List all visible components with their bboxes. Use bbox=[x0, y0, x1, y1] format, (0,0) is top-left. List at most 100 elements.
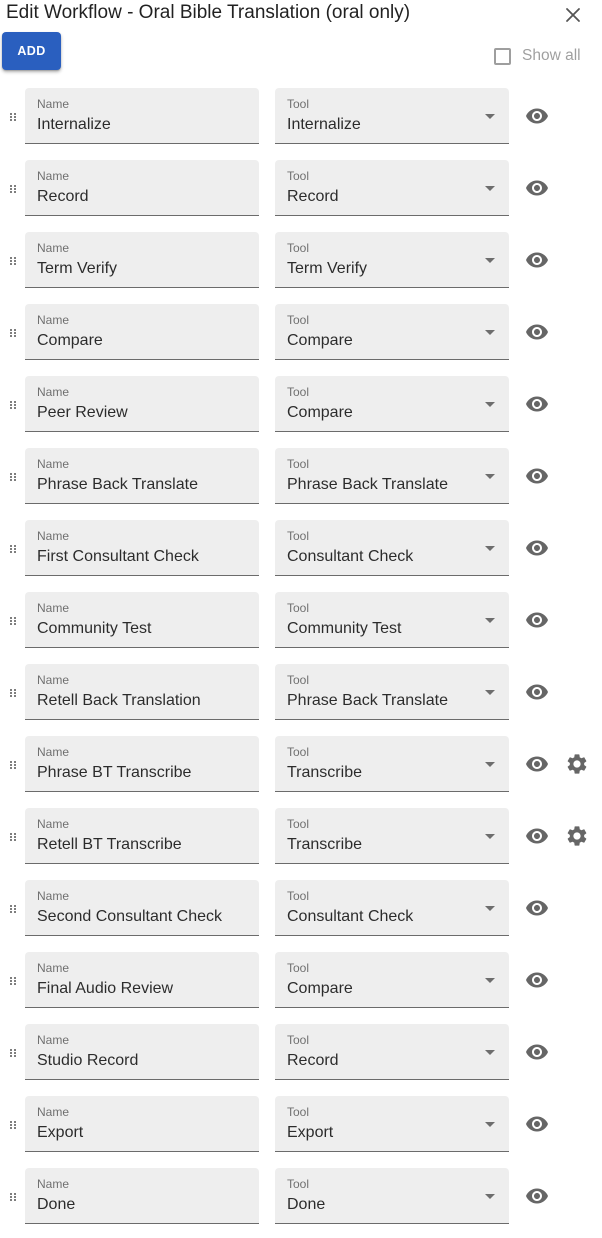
drag-handle-icon[interactable] bbox=[10, 185, 16, 193]
step-name-value[interactable]: Phrase BT Transcribe bbox=[37, 763, 191, 783]
step-name-field[interactable]: Name Export bbox=[25, 1096, 259, 1152]
step-name-value[interactable]: First Consultant Check bbox=[37, 547, 199, 567]
step-tool-select[interactable]: Tool Transcribe bbox=[275, 808, 509, 864]
workflow-step-row: Name Retell BT Transcribe Tool Transcribe bbox=[0, 808, 602, 864]
step-tool-select[interactable]: Tool Compare bbox=[275, 304, 509, 360]
step-tool-select[interactable]: Tool Phrase Back Translate bbox=[275, 448, 509, 504]
step-tool-select[interactable]: Tool Internalize bbox=[275, 88, 509, 144]
dropdown-arrow-icon bbox=[485, 402, 495, 407]
step-name-label: Name bbox=[37, 961, 70, 975]
step-name-value[interactable]: Compare bbox=[37, 331, 103, 351]
drag-handle-icon[interactable] bbox=[10, 689, 16, 697]
close-button[interactable] bbox=[561, 3, 585, 27]
gear-icon bbox=[565, 824, 589, 848]
step-tool-select[interactable]: Tool Done bbox=[275, 1168, 509, 1224]
drag-handle-icon[interactable] bbox=[10, 833, 16, 841]
step-name-field[interactable]: Name Peer Review bbox=[25, 376, 259, 432]
step-name-value[interactable]: Final Audio Review bbox=[37, 979, 173, 999]
step-name-value[interactable]: Community Test bbox=[37, 619, 151, 639]
step-name-field[interactable]: Name Internalize bbox=[25, 88, 259, 144]
visibility-toggle-button[interactable] bbox=[525, 968, 549, 992]
visibility-toggle-button[interactable] bbox=[525, 752, 549, 776]
drag-handle-icon[interactable] bbox=[10, 977, 16, 985]
step-name-field[interactable]: Name Community Test bbox=[25, 592, 259, 648]
drag-handle-icon[interactable] bbox=[10, 1193, 16, 1201]
step-name-value[interactable]: Term Verify bbox=[37, 259, 117, 279]
drag-handle-icon[interactable] bbox=[10, 761, 16, 769]
step-name-value[interactable]: Second Consultant Check bbox=[37, 907, 222, 927]
step-name-value[interactable]: Internalize bbox=[37, 115, 111, 135]
step-tool-select[interactable]: Tool Phrase Back Translate bbox=[275, 664, 509, 720]
dropdown-arrow-icon bbox=[485, 546, 495, 551]
step-name-field[interactable]: Name Done bbox=[25, 1168, 259, 1224]
drag-handle-icon[interactable] bbox=[10, 1121, 16, 1129]
step-name-value[interactable]: Done bbox=[37, 1195, 75, 1215]
visibility-toggle-button[interactable] bbox=[525, 608, 549, 632]
drag-handle-icon[interactable] bbox=[10, 1049, 16, 1057]
add-step-button[interactable]: ADD bbox=[2, 32, 61, 70]
step-name-field[interactable]: Name Phrase BT Transcribe bbox=[25, 736, 259, 792]
visibility-toggle-button[interactable] bbox=[525, 320, 549, 344]
step-name-field[interactable]: Name Final Audio Review bbox=[25, 952, 259, 1008]
drag-handle-icon[interactable] bbox=[10, 257, 16, 265]
step-name-field[interactable]: Name Retell Back Translation bbox=[25, 664, 259, 720]
step-name-value[interactable]: Retell BT Transcribe bbox=[37, 835, 182, 855]
step-name-field[interactable]: Name Retell BT Transcribe bbox=[25, 808, 259, 864]
step-name-field[interactable]: Name Record bbox=[25, 160, 259, 216]
step-name-field[interactable]: Name Studio Record bbox=[25, 1024, 259, 1080]
visibility-toggle-button[interactable] bbox=[525, 104, 549, 128]
step-tool-label: Tool bbox=[287, 241, 310, 255]
step-tool-value: Term Verify bbox=[287, 260, 368, 277]
dropdown-arrow-icon bbox=[485, 114, 495, 119]
show-all-control[interactable]: Show all bbox=[494, 46, 581, 66]
step-tool-select[interactable]: Tool Consultant Check bbox=[275, 520, 509, 576]
drag-handle-icon[interactable] bbox=[10, 545, 16, 553]
visibility-toggle-button[interactable] bbox=[525, 1112, 549, 1136]
step-name-value[interactable]: Retell Back Translation bbox=[37, 691, 201, 711]
step-tool-select[interactable]: Tool Export bbox=[275, 1096, 509, 1152]
visibility-toggle-button[interactable] bbox=[525, 464, 549, 488]
drag-handle-icon[interactable] bbox=[10, 113, 16, 121]
eye-icon bbox=[525, 896, 549, 920]
visibility-toggle-button[interactable] bbox=[525, 1184, 549, 1208]
step-name-value[interactable]: Phrase Back Translate bbox=[37, 475, 198, 495]
step-name-field[interactable]: Name Second Consultant Check bbox=[25, 880, 259, 936]
step-tool-select[interactable]: Tool Transcribe bbox=[275, 736, 509, 792]
step-name-field[interactable]: Name Phrase Back Translate bbox=[25, 448, 259, 504]
visibility-toggle-button[interactable] bbox=[525, 392, 549, 416]
visibility-toggle-button[interactable] bbox=[525, 248, 549, 272]
step-tool-label: Tool bbox=[287, 601, 310, 615]
step-tool-select[interactable]: Tool Community Test bbox=[275, 592, 509, 648]
step-name-value[interactable]: Studio Record bbox=[37, 1051, 138, 1071]
step-name-field[interactable]: Name Term Verify bbox=[25, 232, 259, 288]
step-tool-select[interactable]: Tool Term Verify bbox=[275, 232, 509, 288]
visibility-toggle-button[interactable] bbox=[525, 824, 549, 848]
step-name-value[interactable]: Record bbox=[37, 187, 89, 207]
visibility-toggle-button[interactable] bbox=[525, 536, 549, 560]
drag-handle-icon[interactable] bbox=[10, 473, 16, 481]
step-tool-select[interactable]: Tool Compare bbox=[275, 952, 509, 1008]
show-all-checkbox[interactable] bbox=[494, 47, 511, 65]
step-name-field[interactable]: Name Compare bbox=[25, 304, 259, 360]
drag-handle-icon[interactable] bbox=[10, 905, 16, 913]
drag-handle-icon[interactable] bbox=[10, 329, 16, 337]
step-settings-button[interactable] bbox=[565, 824, 589, 848]
step-tool-select[interactable]: Tool Record bbox=[275, 160, 509, 216]
visibility-toggle-button[interactable] bbox=[525, 680, 549, 704]
step-name-field[interactable]: Name First Consultant Check bbox=[25, 520, 259, 576]
visibility-toggle-button[interactable] bbox=[525, 896, 549, 920]
step-tool-select[interactable]: Tool Record bbox=[275, 1024, 509, 1080]
step-name-label: Name bbox=[37, 817, 70, 831]
drag-handle-icon[interactable] bbox=[10, 617, 16, 625]
dialog-header: Edit Workflow - Oral Bible Translation (… bbox=[0, 0, 602, 30]
step-tool-select[interactable]: Tool Compare bbox=[275, 376, 509, 432]
step-name-value[interactable]: Peer Review bbox=[37, 403, 128, 423]
visibility-toggle-button[interactable] bbox=[525, 176, 549, 200]
step-tool-select[interactable]: Tool Consultant Check bbox=[275, 880, 509, 936]
drag-handle-icon[interactable] bbox=[10, 401, 16, 409]
step-name-value[interactable]: Export bbox=[37, 1123, 83, 1143]
visibility-toggle-button[interactable] bbox=[525, 1040, 549, 1064]
eye-icon bbox=[525, 1112, 549, 1136]
dropdown-arrow-icon bbox=[485, 690, 495, 695]
step-settings-button[interactable] bbox=[565, 752, 589, 776]
